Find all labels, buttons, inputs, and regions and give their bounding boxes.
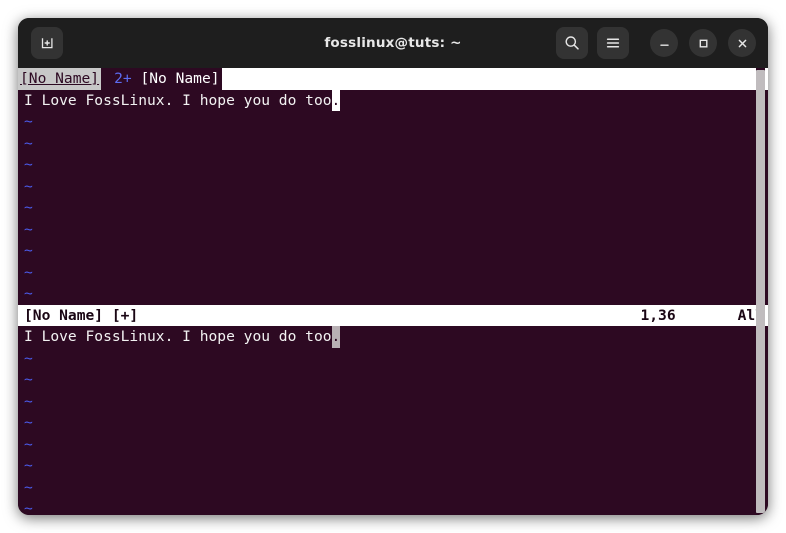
tilde-icon: ~ <box>24 500 33 515</box>
tilde-icon: ~ <box>24 134 33 152</box>
titlebar-left-controls <box>18 27 63 59</box>
tilde-icon: ~ <box>24 156 33 173</box>
vim-tab-1[interactable]: [No Name] <box>18 68 102 90</box>
new-tab-button[interactable] <box>31 27 63 59</box>
terminal-scrollbar[interactable] <box>756 68 765 515</box>
pane1-statusline: [No Name] [+] 1,36 All <box>18 304 768 326</box>
pane1-empty-lines: ~ ~ ~ ~ ~ ~ ~ ~ ~ <box>18 111 768 305</box>
maximize-icon <box>699 39 708 48</box>
terminal-content[interactable]: [No Name] 2+ [No Name] X I Love FossLinu… <box>18 68 768 515</box>
pane2-cursor: . <box>331 326 341 348</box>
search-icon <box>565 36 579 50</box>
window-titlebar: fosslinux@tuts: ~ <box>18 18 768 68</box>
vim-empty-line: ~ <box>18 176 768 198</box>
vim-empty-line: ~ <box>18 283 768 305</box>
vim-empty-line: ~ <box>18 477 768 499</box>
menu-button[interactable] <box>597 27 629 59</box>
pane1-text-line: I Love FossLinux. I hope you do too. <box>18 89 768 111</box>
vim-empty-line: ~ <box>18 111 768 133</box>
tabline-gap <box>101 68 111 90</box>
titlebar-right-controls <box>556 18 756 68</box>
pane1-text: I Love FossLinux. I hope you do too <box>24 91 332 109</box>
vim-empty-line: ~ <box>18 133 768 155</box>
pane2-text-line: I Love FossLinux. I hope you do too. <box>18 326 768 348</box>
tilde-icon: ~ <box>24 414 33 431</box>
tilde-icon: ~ <box>24 392 33 410</box>
pane1-cursor: . <box>331 89 341 111</box>
tilde-icon: ~ <box>24 371 33 388</box>
minimize-button[interactable] <box>650 29 678 57</box>
tilde-icon: ~ <box>24 435 33 453</box>
vim-tabline: [No Name] 2+ [No Name] X <box>18 68 768 90</box>
vim-empty-line: ~ <box>18 219 768 241</box>
minimize-icon <box>659 44 669 46</box>
tilde-icon: ~ <box>24 457 33 474</box>
tabline-filler <box>221 68 757 90</box>
pane2-text: I Love FossLinux. I hope you do too <box>24 328 332 345</box>
close-icon <box>738 39 746 47</box>
tilde-icon: ~ <box>24 220 33 238</box>
pane1-buffer-name: [No Name] [+] <box>24 306 139 324</box>
vim-empty-line: ~ <box>18 434 768 456</box>
search-button[interactable] <box>556 27 588 59</box>
maximize-button[interactable] <box>689 29 717 57</box>
tilde-icon: ~ <box>24 349 33 367</box>
tilde-icon: ~ <box>24 263 33 281</box>
scrollbar-thumb[interactable] <box>756 70 765 513</box>
vim-empty-line: ~ <box>18 197 768 219</box>
tilde-icon: ~ <box>24 177 33 195</box>
pane1-cursor-position: 1,36 <box>640 306 676 324</box>
terminal-window: fosslinux@tuts: ~ [No Name] 2+ [No Name]… <box>18 18 768 515</box>
vim-empty-line: ~ <box>18 154 768 176</box>
tilde-icon: ~ <box>24 242 33 259</box>
vim-tab-2-count: 2+ <box>110 68 132 90</box>
close-button[interactable] <box>728 29 756 57</box>
vim-empty-line: ~ <box>18 412 768 434</box>
vim-empty-line: ~ <box>18 498 768 515</box>
vim-empty-line: ~ <box>18 240 768 262</box>
vim-empty-line: ~ <box>18 348 768 370</box>
hamburger-menu-icon <box>606 38 620 48</box>
vim-empty-line: ~ <box>18 455 768 477</box>
vim-empty-line: ~ <box>18 262 768 284</box>
vim-empty-line: ~ <box>18 391 768 413</box>
screenshot-root: fosslinux@tuts: ~ [No Name] 2+ [No Name]… <box>0 0 786 533</box>
tilde-icon: ~ <box>24 478 33 496</box>
vim-tab-2[interactable]: [No Name] <box>131 68 222 90</box>
tilde-icon: ~ <box>24 199 33 216</box>
tilde-icon: ~ <box>24 285 33 302</box>
tilde-icon: ~ <box>24 113 33 130</box>
vim-empty-line: ~ <box>18 369 768 391</box>
pane2-empty-lines: ~ ~ ~ ~ ~ ~ ~ ~ <box>18 348 768 516</box>
